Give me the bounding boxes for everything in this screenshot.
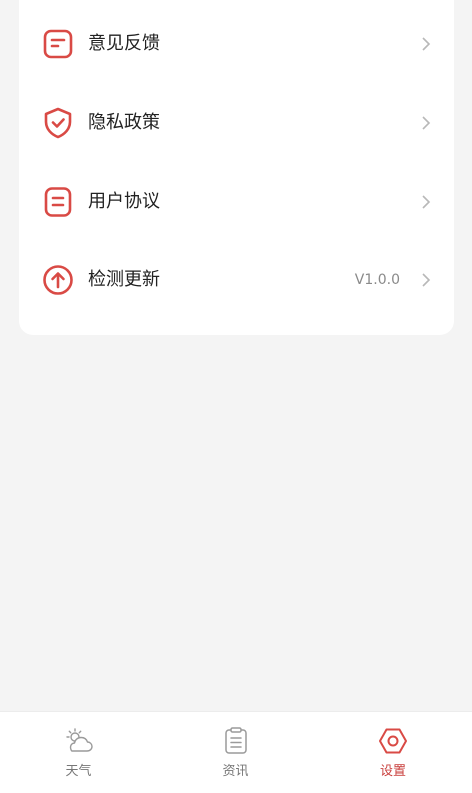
settings-item-label: 用户协议 [88,191,160,212]
chevron-right-icon [418,272,434,288]
bottom-tab-bar: 天气 资讯 设置 [0,711,472,793]
tab-label: 设置 [379,764,406,779]
settings-item-label: 隐私政策 [88,112,160,133]
settings-item-check-update[interactable]: 检测更新 V1.0.0 [19,250,454,310]
settings-card: 意见反馈 隐私政策 用户协议 检测更新 V1.0.0 [19,0,454,335]
chevron-right-icon [418,115,434,131]
app-version: V1.0.0 [354,272,400,288]
settings-item-feedback[interactable]: 意见反馈 [19,14,454,74]
weather-icon [64,726,94,756]
chevron-right-icon [418,194,434,210]
tab-weather[interactable]: 天气 [0,712,157,793]
settings-item-user-agreement[interactable]: 用户协议 [19,172,454,232]
tab-news[interactable]: 资讯 [157,712,314,793]
settings-item-label: 意见反馈 [88,33,160,54]
shield-check-icon [42,107,74,139]
news-clipboard-icon [221,726,251,756]
chevron-right-icon [418,36,434,52]
arrow-up-circle-icon [42,264,74,296]
settings-item-privacy[interactable]: 隐私政策 [19,93,454,153]
settings-hexagon-icon [378,726,408,756]
tab-settings[interactable]: 设置 [314,712,472,793]
settings-item-label: 检测更新 [88,269,160,290]
tab-label: 天气 [65,764,92,779]
document-icon [42,186,74,218]
feedback-icon [42,28,74,60]
tab-label: 资讯 [222,764,249,779]
